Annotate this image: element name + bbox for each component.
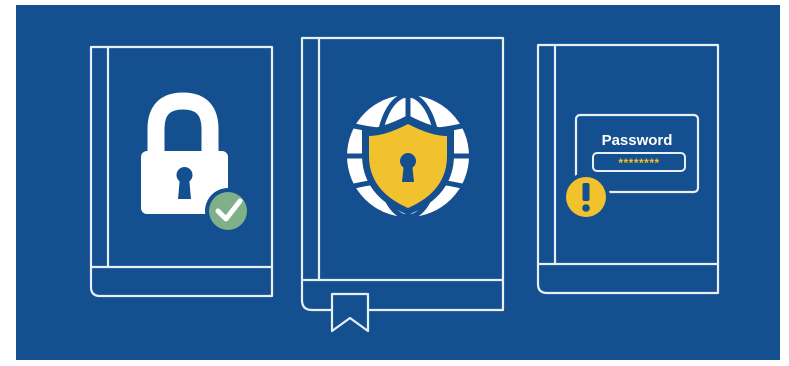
security-illustration: Password ******** xyxy=(89,36,720,333)
warning-icon xyxy=(562,173,610,221)
password-mask: ******** xyxy=(618,156,659,170)
illustration-panel: Password ******** xyxy=(16,5,780,360)
illustration-frame: Password ******** xyxy=(0,0,789,366)
check-badge-icon xyxy=(205,188,251,234)
password-label: Password xyxy=(602,132,673,149)
bookmark-icon xyxy=(330,292,370,333)
